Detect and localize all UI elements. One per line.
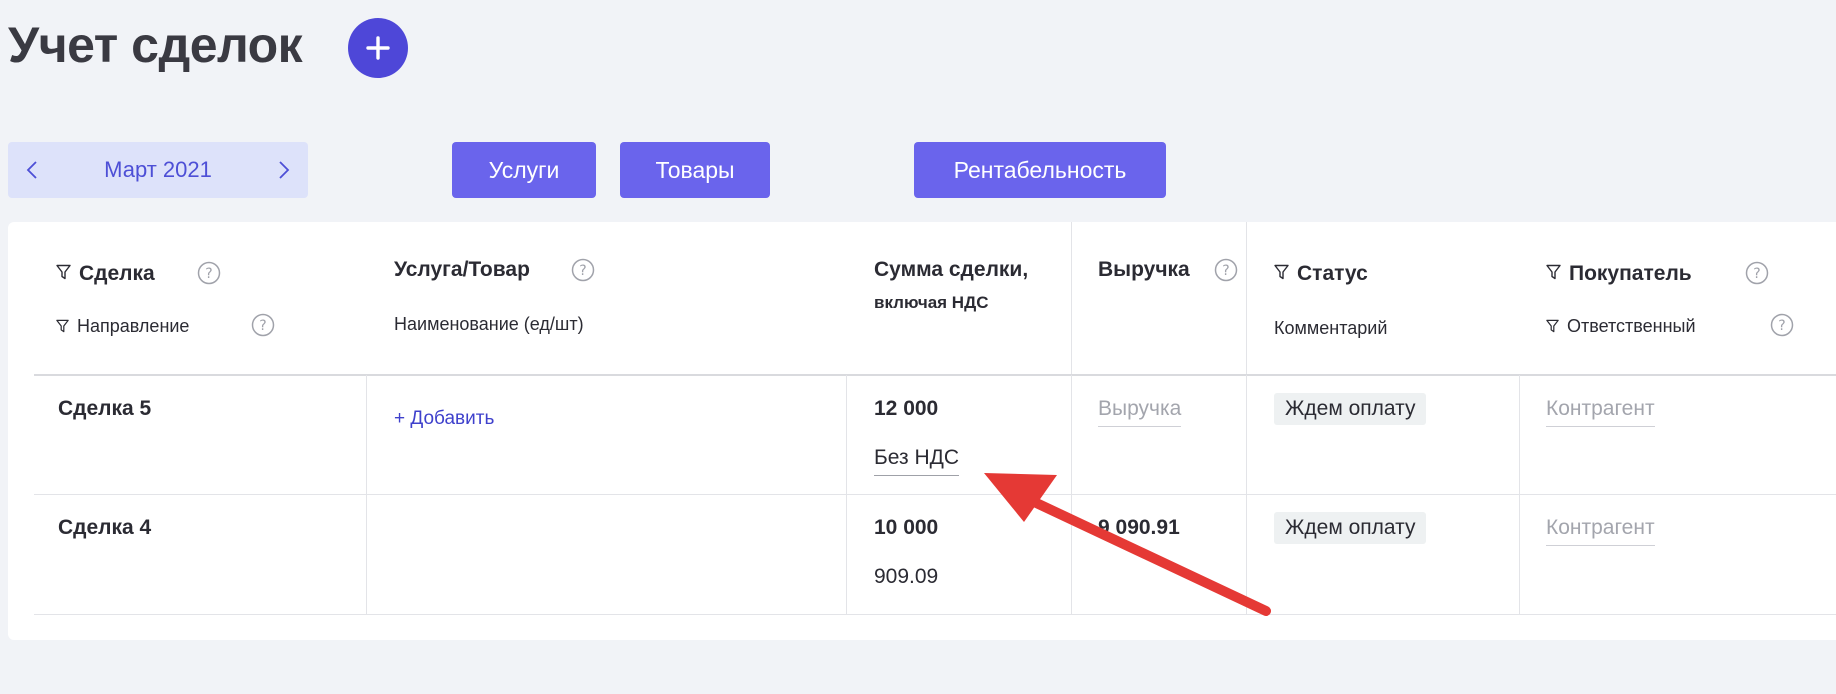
tab-profitability[interactable]: Рентабельность xyxy=(914,142,1166,198)
filter-icon[interactable] xyxy=(1546,261,1561,287)
column-divider xyxy=(1071,222,1072,375)
filter-icon[interactable] xyxy=(56,261,71,287)
header-divider xyxy=(34,374,1836,376)
filter-icon[interactable] xyxy=(1274,261,1289,287)
month-label: Март 2021 xyxy=(104,157,212,182)
row-divider xyxy=(34,614,1836,615)
vat-amount: 909.09 xyxy=(874,565,939,588)
status-badge[interactable]: Ждем оплату xyxy=(1274,512,1427,544)
help-icon[interactable]: ? xyxy=(251,313,275,337)
column-divider xyxy=(1071,375,1072,615)
header-direction-label: Направление xyxy=(77,316,190,336)
header-amount: Сумма сделки, xyxy=(874,258,1029,281)
deal-name[interactable]: Сделка 4 xyxy=(58,515,151,541)
column-divider xyxy=(1246,375,1247,615)
column-divider xyxy=(1519,375,1520,615)
buyer-input[interactable]: Контрагент xyxy=(1546,396,1655,427)
help-icon[interactable]: ? xyxy=(571,258,595,282)
add-deal-button[interactable] xyxy=(348,18,408,78)
header-status-label: Статус xyxy=(1297,262,1368,285)
deal-amount: 10 000 xyxy=(874,516,939,539)
filter-icon[interactable] xyxy=(1546,315,1559,339)
column-divider xyxy=(846,375,847,615)
header-deal[interactable]: Сделка xyxy=(56,261,155,287)
header-buyer[interactable]: Покупатель xyxy=(1546,261,1692,287)
help-icon[interactable]: ? xyxy=(1214,258,1238,282)
help-icon[interactable]: ? xyxy=(1745,261,1769,285)
deal-name[interactable]: Сделка 5 xyxy=(58,396,151,422)
svg-text:?: ? xyxy=(1222,263,1229,279)
revenue-value[interactable]: 9 090.91 xyxy=(1098,515,1180,541)
chevron-left-icon[interactable] xyxy=(26,160,38,180)
svg-text:?: ? xyxy=(1778,318,1785,334)
column-divider xyxy=(366,375,367,615)
revenue-input[interactable]: Выручка xyxy=(1098,396,1182,427)
column-divider xyxy=(1246,222,1247,375)
page-title: Учет сделок xyxy=(8,17,303,73)
svg-text:?: ? xyxy=(205,266,212,282)
header-deal-label: Сделка xyxy=(79,262,155,285)
vat-select[interactable]: Без НДС xyxy=(874,445,960,476)
svg-text:?: ? xyxy=(579,263,586,279)
row-divider xyxy=(34,494,1836,495)
header-product-name: Наименование (ед/шт) xyxy=(394,314,584,334)
plus-icon xyxy=(366,36,390,60)
add-product-link[interactable]: + Добавить xyxy=(394,407,494,431)
header-direction[interactable]: Направление xyxy=(56,314,189,339)
buyer-input[interactable]: Контрагент xyxy=(1546,515,1655,546)
svg-text:?: ? xyxy=(1753,266,1760,282)
header-comment: Комментарий xyxy=(1274,318,1388,338)
header-product: Услуга/Товар xyxy=(394,258,530,281)
filter-icon[interactable] xyxy=(56,315,69,339)
svg-text:?: ? xyxy=(259,318,266,334)
help-icon[interactable]: ? xyxy=(1770,313,1794,337)
chevron-right-icon[interactable] xyxy=(278,160,290,180)
month-picker: Март 2021 xyxy=(8,142,308,198)
deal-amount: 12 000 xyxy=(874,397,939,420)
header-revenue: Выручка xyxy=(1098,258,1190,281)
header-status[interactable]: Статус xyxy=(1274,261,1368,287)
header-amount-sub: включая НДС xyxy=(874,293,989,312)
tab-services[interactable]: Услуги xyxy=(452,142,596,198)
help-icon[interactable]: ? xyxy=(197,261,221,285)
header-buyer-label: Покупатель xyxy=(1569,262,1692,285)
status-badge[interactable]: Ждем оплату xyxy=(1274,393,1427,425)
header-responsible[interactable]: Ответственный xyxy=(1546,314,1696,339)
tab-goods[interactable]: Товары xyxy=(620,142,770,198)
header-responsible-label: Ответственный xyxy=(1567,316,1696,336)
deals-table: Сделка ? Направление ? Услуга/Товар ? На… xyxy=(8,222,1836,640)
